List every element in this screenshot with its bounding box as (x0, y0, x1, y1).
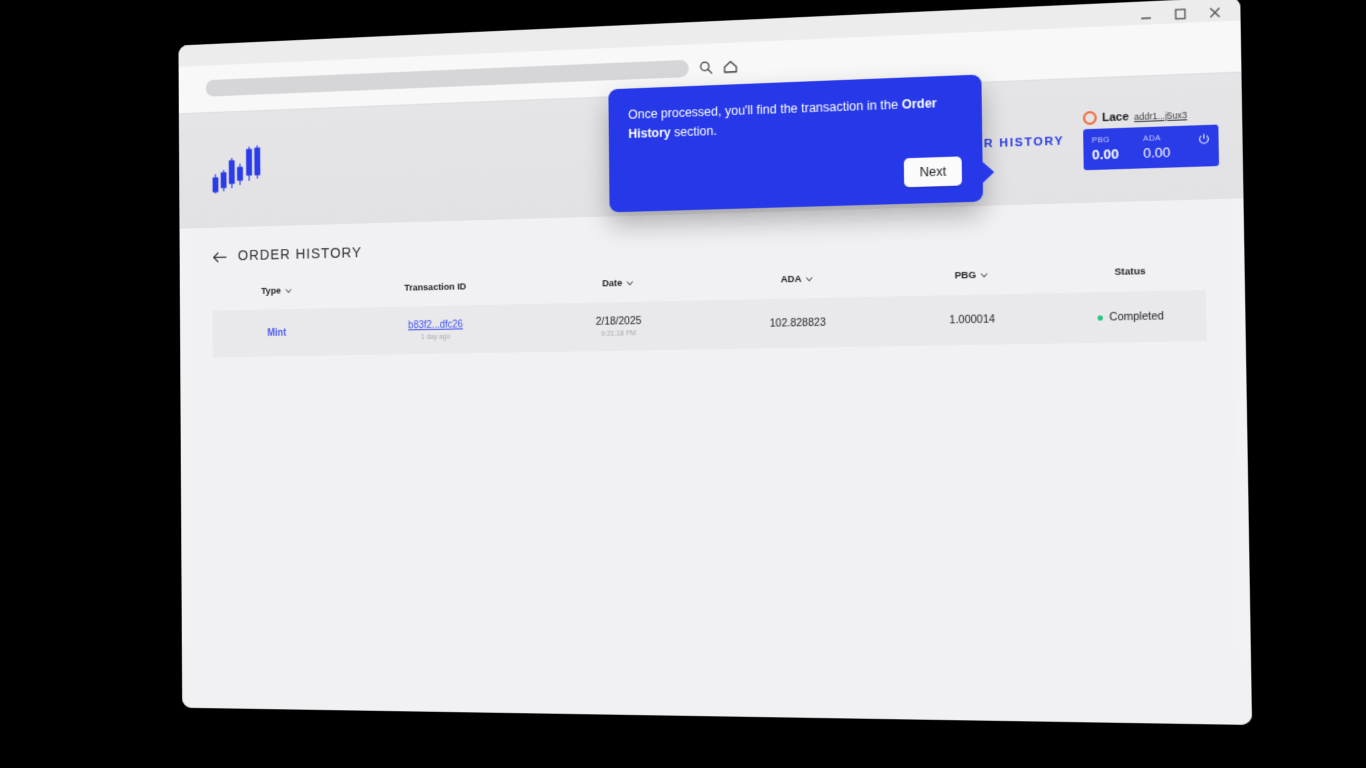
page-title: ORDER HISTORY (238, 245, 362, 264)
desktop-scene: Once processed, you'll find the transact… (0, 0, 1366, 768)
tooltip-actions: Next (629, 156, 962, 195)
chevron-down-icon (285, 288, 292, 293)
page-header: ORDER HISTORY (212, 223, 1205, 265)
column-header-status: Status (1055, 263, 1205, 293)
minimize-icon[interactable] (1138, 7, 1154, 24)
transaction-id-link[interactable]: b83f2...dfc26 (342, 318, 532, 333)
wallet-ada-value: 0.00 (1143, 143, 1195, 161)
column-header-status-label: Status (1114, 266, 1145, 278)
close-icon[interactable] (1207, 4, 1224, 21)
column-header-ada-label: ADA (781, 274, 802, 286)
maximize-icon[interactable] (1172, 6, 1188, 23)
wallet-widget: Lace addr1...j5ux3 PBG 0.00 ADA 0.00 (1083, 106, 1219, 170)
wallet-pbg-label: PBG (1092, 134, 1143, 145)
pbg-candlestick-logo[interactable] (210, 141, 267, 198)
column-header-pbg[interactable]: PBG (889, 267, 1056, 297)
chevron-down-icon (626, 281, 634, 286)
order-history-card: ORDER HISTORY Type Transaction ID Date A… (189, 199, 1240, 657)
wallet-ada-label: ADA (1143, 132, 1195, 143)
chevron-down-icon (806, 276, 814, 281)
column-header-type[interactable]: Type (212, 283, 341, 310)
onboarding-tooltip: Once processed, you'll find the transact… (608, 74, 983, 212)
chevron-down-icon (980, 272, 988, 277)
wallet-balance-card: PBG 0.00 ADA 0.00 (1083, 125, 1219, 171)
status-label: Completed (1109, 310, 1164, 324)
lace-logo-icon (1083, 111, 1097, 125)
cell-type: Mint (213, 308, 342, 358)
app-body-spacer: © 2025 PBG Capital (182, 646, 1252, 725)
wallet-balance-row: PBG 0.00 ADA 0.00 (1092, 131, 1210, 162)
cell-status: Completed (1056, 290, 1207, 344)
column-header-type-label: Type (261, 286, 281, 297)
transaction-age: 1 day ago (342, 332, 532, 342)
tooltip-next-button[interactable]: Next (904, 156, 962, 187)
wallet-provider-label: Lace (1102, 110, 1129, 124)
column-header-ada[interactable]: ADA (707, 271, 889, 301)
wallet-address[interactable]: addr1...j5ux3 (1134, 109, 1187, 121)
status-dot-icon (1098, 315, 1103, 320)
search-icon[interactable] (699, 60, 714, 76)
browser-window: Once processed, you'll find the transact… (178, 0, 1252, 725)
tooltip-text-after: section. (671, 124, 717, 140)
wallet-identity: Lace addr1...j5ux3 (1083, 106, 1218, 125)
cell-transaction-id: b83f2...dfc26 1 day ago (341, 304, 531, 355)
order-type-link[interactable]: Mint (267, 328, 286, 339)
tooltip-text: Once processed, you'll find the transact… (628, 93, 961, 145)
power-icon[interactable] (1198, 131, 1210, 151)
cell-pbg: 1.000014 (889, 293, 1056, 346)
column-header-date-label: Date (602, 278, 622, 290)
cell-ada: 102.828823 (707, 297, 890, 350)
browser-toolbar-icons (699, 59, 739, 76)
cell-date: 2/18/2025 9:21:18 PM (531, 300, 708, 352)
wallet-balance-ada: ADA 0.00 (1143, 132, 1195, 161)
column-header-pbg-label: PBG (955, 270, 977, 282)
tooltip-arrow (982, 161, 995, 184)
column-header-transaction-id-label: Transaction ID (404, 281, 466, 293)
home-icon[interactable] (722, 59, 738, 75)
tooltip-text-before: Once processed, you'll find the transact… (628, 97, 902, 122)
order-time: 9:21:18 PM (531, 329, 707, 339)
column-header-date[interactable]: Date (531, 275, 707, 304)
wallet-balance-pbg: PBG 0.00 (1092, 134, 1144, 163)
order-history-table: Type Transaction ID Date ADA PBG Status … (212, 263, 1206, 357)
order-date: 2/18/2025 (531, 314, 707, 330)
wallet-pbg-value: 0.00 (1092, 145, 1143, 162)
status-badge: Completed (1098, 310, 1164, 324)
back-arrow-icon[interactable] (212, 250, 228, 263)
